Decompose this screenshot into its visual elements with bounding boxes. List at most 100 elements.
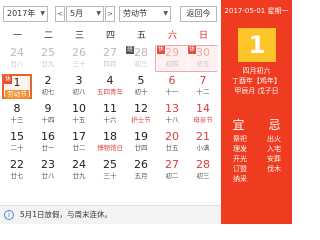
- year-select[interactable]: 2017年 ▼: [3, 6, 48, 22]
- day-cell[interactable]: 14 母亲节: [188, 102, 218, 127]
- lunar-label: 廿九: [41, 60, 55, 68]
- yi-item: 订盟: [233, 165, 247, 173]
- day-cell[interactable]: 18 博物馆日: [95, 130, 125, 155]
- day-cell[interactable]: 22 廿七: [2, 158, 32, 183]
- rest-day-tag: 休: [157, 46, 166, 54]
- next-month-button[interactable]: >: [105, 6, 115, 22]
- lunar-label: 四月: [103, 60, 117, 68]
- day-number: 5: [137, 74, 145, 87]
- lunar-label: 母亲节: [193, 116, 213, 124]
- day-number: 22: [10, 158, 24, 171]
- day-number: 24: [72, 158, 86, 171]
- lunar-label: 十六: [103, 116, 117, 124]
- lunar-label: 初十: [134, 88, 148, 96]
- rest-day-tag: 休: [188, 46, 197, 54]
- prev-month-button[interactable]: <: [55, 6, 65, 22]
- day-number: 13: [165, 102, 179, 115]
- ji-item: 出火: [267, 135, 281, 143]
- day-number: 19: [134, 130, 148, 143]
- weekday-label: 一: [12, 31, 22, 41]
- day-cell[interactable]: 3 初八: [64, 74, 94, 99]
- day-detail-panel: 2017-05-01 星期一 1 四月初六 丁酉年【鸡年】 甲辰月 戊子日 宜 …: [221, 0, 292, 224]
- lunar-label: 廿二: [72, 144, 86, 152]
- day-cell[interactable]: 24 廿八: [2, 46, 32, 71]
- day-number: 10: [72, 102, 86, 115]
- chevron-down-icon: ▼: [40, 10, 45, 17]
- lunar-year: 丁酉年【鸡年】: [232, 77, 281, 85]
- day-cell[interactable]: 5 初十: [126, 74, 156, 99]
- month-value: 5月: [70, 9, 84, 18]
- day-cell[interactable]: 8 十三: [2, 102, 32, 127]
- lunar-label: 五四青年: [97, 88, 123, 96]
- day-number: 21: [196, 130, 210, 143]
- day-cell[interactable]: 24 廿九: [64, 158, 94, 183]
- day-cell[interactable]: 27 四月: [95, 46, 125, 71]
- lunar-label: 初七: [41, 88, 55, 96]
- lunar-label: 十一: [165, 88, 179, 96]
- day-cell[interactable]: 26 五月: [126, 158, 156, 183]
- day-cell[interactable]: 16 廿一: [33, 130, 63, 155]
- day-cell[interactable]: 7 十二: [188, 74, 218, 99]
- day-number: 6: [168, 74, 176, 87]
- yi-item: 纳采: [233, 175, 247, 183]
- day-cell-today[interactable]: 休 1 劳动节: [2, 74, 32, 99]
- day-cell[interactable]: 26 三十: [64, 46, 94, 71]
- day-cell[interactable]: 23 廿八: [33, 158, 63, 183]
- day-cell[interactable]: 休 30 初五: [188, 46, 218, 71]
- day-number: 20: [165, 130, 179, 143]
- day-number: 28: [196, 158, 210, 171]
- lunar-label: 十五: [72, 116, 86, 124]
- day-number: 8: [13, 102, 21, 115]
- day-cell[interactable]: 25 三十: [95, 158, 125, 183]
- day-cell[interactable]: 17 廿二: [64, 130, 94, 155]
- ji-item: 安葬: [267, 155, 281, 163]
- lunar-label: 初四: [165, 60, 179, 68]
- day-number: 25: [41, 46, 55, 59]
- lunar-date: 四月初六: [242, 67, 271, 75]
- lunar-label: 廿八: [41, 172, 55, 180]
- ji-list: 出火 入宅 安葬 伐木: [259, 134, 289, 174]
- day-cell[interactable]: 11 十六: [95, 102, 125, 127]
- lunar-label: 十八: [165, 116, 179, 124]
- notice-text: 5月1日放假，与周末连休。: [20, 210, 113, 219]
- lunar-label: 廿九: [72, 172, 86, 180]
- day-cell[interactable]: 15 二十: [2, 130, 32, 155]
- lunar-label: 博物馆日: [97, 144, 123, 152]
- month-select[interactable]: 5月 ▼: [66, 6, 104, 22]
- day-number: 4: [106, 74, 114, 87]
- holiday-select[interactable]: 劳动节 ▼: [119, 6, 171, 22]
- yi-item: 理发: [233, 145, 247, 153]
- day-cell[interactable]: 28 初三: [188, 158, 218, 183]
- lunar-label: 十三: [10, 116, 24, 124]
- day-cell[interactable]: 13 十八: [157, 102, 187, 127]
- day-cell[interactable]: 27 初二: [157, 158, 187, 183]
- ji-item: 入宅: [267, 145, 281, 153]
- lunar-label: 廿五: [165, 144, 179, 152]
- ji-heading: 忌: [268, 118, 281, 132]
- yi-heading: 宜: [232, 118, 245, 132]
- day-cell[interactable]: 25 廿九: [33, 46, 63, 71]
- day-cell[interactable]: 20 廿五: [157, 130, 187, 155]
- lunar-label: 十四: [41, 116, 55, 124]
- day-cell[interactable]: 班 28 初三: [126, 46, 156, 71]
- lunar-label: 廿四: [134, 144, 148, 152]
- day-cell[interactable]: 2 初七: [33, 74, 63, 99]
- day-number: 15: [10, 130, 24, 143]
- day-cell[interactable]: 12 护士节: [126, 102, 156, 127]
- rest-day-tag: 休: [4, 76, 13, 84]
- day-cell[interactable]: 21 小满: [188, 130, 218, 155]
- day-cell[interactable]: 休 29 初四: [157, 46, 187, 71]
- day-cell[interactable]: 4 五四青年: [95, 74, 125, 99]
- holiday-value: 劳动节: [123, 9, 147, 18]
- lunar-label: 廿八: [10, 60, 24, 68]
- weekday-label: 日: [198, 31, 208, 41]
- day-cell[interactable]: 19 廿四: [126, 130, 156, 155]
- back-to-today-button[interactable]: 返回今: [180, 6, 217, 22]
- day-cell[interactable]: 9 十四: [33, 102, 63, 127]
- day-cell[interactable]: 6 十一: [157, 74, 187, 99]
- day-cell[interactable]: 10 十五: [64, 102, 94, 127]
- weekday-label: 四: [105, 31, 115, 41]
- day-number: 24: [10, 46, 24, 59]
- big-day-number: 1: [238, 28, 276, 62]
- selected-date: 2017-05-01 星期一: [224, 7, 289, 15]
